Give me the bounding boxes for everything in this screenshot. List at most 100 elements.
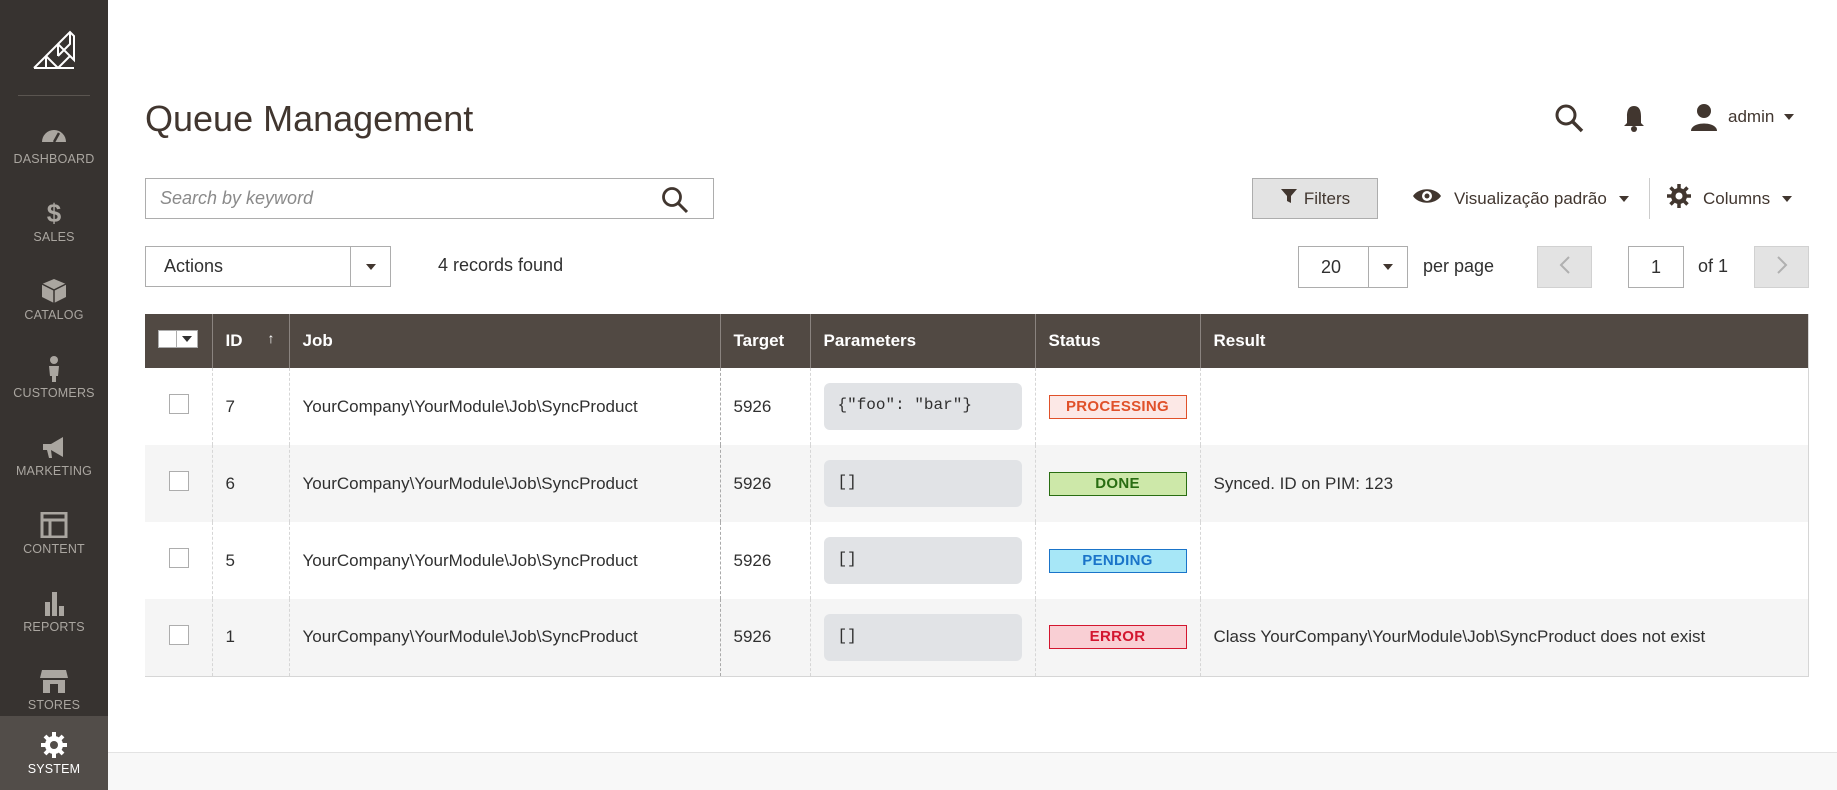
search-input[interactable]: [146, 179, 646, 218]
admin-sidebar: DASHBOARD $ SALES CATALOG CUSTOMERS MARK…: [0, 0, 108, 790]
keyword-search: [145, 178, 714, 219]
cell-job: YourCompany\YourModule\Job\SyncProduct: [288, 368, 720, 445]
view-label: Visualização padrão: [1454, 188, 1607, 208]
actions-label: Actions: [164, 256, 224, 276]
status-badge: ERROR: [1048, 625, 1187, 650]
status-badge: PROCESSING: [1048, 394, 1187, 419]
per-page-select[interactable]: 20: [1298, 246, 1408, 288]
sidebar-item-sales[interactable]: $ SALES: [0, 184, 108, 262]
sidebar-item-label: CATALOG: [24, 308, 84, 322]
column-header-label: Job: [302, 331, 333, 350]
grid-header-row: ID ↑ Job Target Parameters Status Result: [145, 314, 1809, 368]
layout-icon: [39, 511, 69, 539]
row-checkbox[interactable]: [169, 394, 189, 414]
sidebar-item-label: SYSTEM: [27, 762, 81, 776]
column-header-parameters[interactable]: Parameters: [809, 314, 1035, 368]
sidebar-item-customers[interactable]: CUSTOMERS: [0, 340, 108, 418]
table-row[interactable]: 1 YourCompany\YourModule\Job\SyncProduct…: [145, 599, 1809, 676]
speedometer-icon: [39, 122, 69, 148]
storefront-icon: [39, 668, 69, 694]
status-badge: PENDING: [1048, 548, 1187, 573]
svg-text:$: $: [47, 200, 62, 226]
per-page-value: 20: [1321, 257, 1342, 277]
column-header-target[interactable]: Target: [719, 314, 810, 368]
table-row[interactable]: 7 YourCompany\YourModule\Job\SyncProduct…: [145, 368, 1809, 445]
cell-target: 5926: [719, 368, 810, 445]
search-icon[interactable]: [661, 186, 689, 214]
dollar-icon: $: [39, 198, 69, 228]
user-menu[interactable]: admin: [1690, 102, 1795, 132]
columns-label: Columns: [1703, 188, 1771, 208]
user-icon: [1690, 103, 1718, 131]
notification-bell-icon[interactable]: [1622, 104, 1646, 132]
row-checkbox[interactable]: [169, 548, 189, 568]
column-header-label: Result: [1213, 331, 1266, 350]
page-number-input[interactable]: [1628, 246, 1684, 288]
cell-target: 5926: [719, 445, 810, 522]
cell-job: YourCompany\YourModule\Job\SyncProduct: [288, 445, 720, 522]
column-header-label: Target: [733, 331, 785, 350]
table-row[interactable]: 6 YourCompany\YourModule\Job\SyncProduct…: [145, 445, 1809, 522]
columns-selector[interactable]: Columns: [1667, 178, 1793, 219]
per-page-toggle[interactable]: [1368, 247, 1407, 287]
sidebar-item-dashboard[interactable]: DASHBOARD: [0, 106, 108, 184]
cell-result: Synced. ID on PIM: 123: [1199, 445, 1809, 522]
column-header-id[interactable]: ID ↑: [211, 314, 289, 368]
cell-id: 1: [211, 599, 289, 676]
chevron-down-icon[interactable]: [177, 331, 197, 347]
cell-target: 5926: [719, 599, 810, 676]
sidebar-item-label: CUSTOMERS: [13, 386, 95, 400]
row-checkbox[interactable]: [169, 624, 189, 645]
toolbar-divider: [1649, 178, 1650, 219]
cell-target: 5926: [719, 522, 810, 599]
eye-icon: [1412, 186, 1442, 211]
per-page-label: per page: [1423, 256, 1495, 276]
cell-result: [1199, 522, 1809, 599]
sidebar-item-reports[interactable]: REPORTS: [0, 574, 108, 652]
sidebar-item-system[interactable]: SYSTEM: [0, 716, 108, 790]
table-row[interactable]: 5 YourCompany\YourModule\Job\SyncProduct…: [145, 522, 1809, 599]
view-selector[interactable]: Visualização padrão: [1412, 178, 1629, 219]
filters-button[interactable]: Filters: [1252, 178, 1378, 219]
records-count: 4 records found: [438, 255, 564, 275]
select-all-checkbox[interactable]: [159, 331, 177, 347]
mass-select-header: [145, 314, 212, 368]
gear-icon: [1667, 184, 1691, 213]
global-search-icon[interactable]: [1554, 103, 1584, 133]
cell-result: [1199, 368, 1809, 445]
cell-parameters: {"foo": "bar"}: [823, 383, 1022, 430]
column-header-job[interactable]: Job: [288, 314, 720, 368]
chevron-down-icon: [365, 263, 376, 270]
cell-job: YourCompany\YourModule\Job\SyncProduct: [288, 522, 720, 599]
cell-parameters: []: [823, 537, 1022, 584]
magento-logo-icon[interactable]: [30, 24, 78, 72]
column-header-label: ID: [225, 331, 243, 350]
actions-dropdown[interactable]: Actions: [145, 246, 391, 287]
status-badge: DONE: [1048, 471, 1187, 496]
row-checkbox[interactable]: [169, 471, 189, 491]
sidebar-item-content[interactable]: CONTENT: [0, 496, 108, 574]
column-header-result[interactable]: Result: [1199, 314, 1809, 368]
sidebar-item-label: DASHBOARD: [13, 152, 95, 166]
cell-result: Class YourCompany\YourModule\Job\SyncPro…: [1199, 599, 1809, 676]
previous-page-button[interactable]: [1537, 246, 1592, 288]
sidebar-item-catalog[interactable]: CATALOG: [0, 262, 108, 340]
column-header-status[interactable]: Status: [1034, 314, 1200, 368]
actions-toggle[interactable]: [350, 247, 390, 286]
page-footer: [108, 753, 1837, 790]
next-page-button[interactable]: [1754, 246, 1809, 288]
page-title: Queue Management: [145, 98, 474, 139]
cell-id: 6: [211, 445, 289, 522]
cell-job: YourCompany\YourModule\Job\SyncProduct: [288, 599, 720, 676]
page-total: of 1: [1698, 256, 1729, 276]
sidebar-item-marketing[interactable]: MARKETING: [0, 418, 108, 496]
funnel-icon: [1280, 187, 1298, 210]
logo-divider: [18, 95, 90, 96]
mass-select-checkbox[interactable]: [158, 330, 198, 348]
sort-ascending-icon: ↑: [267, 330, 275, 346]
megaphone-icon: [39, 434, 69, 460]
filters-label: Filters: [1303, 188, 1351, 208]
gear-icon: [39, 732, 69, 758]
cell-parameters: []: [823, 613, 1022, 661]
sidebar-item-label: SALES: [33, 230, 75, 244]
